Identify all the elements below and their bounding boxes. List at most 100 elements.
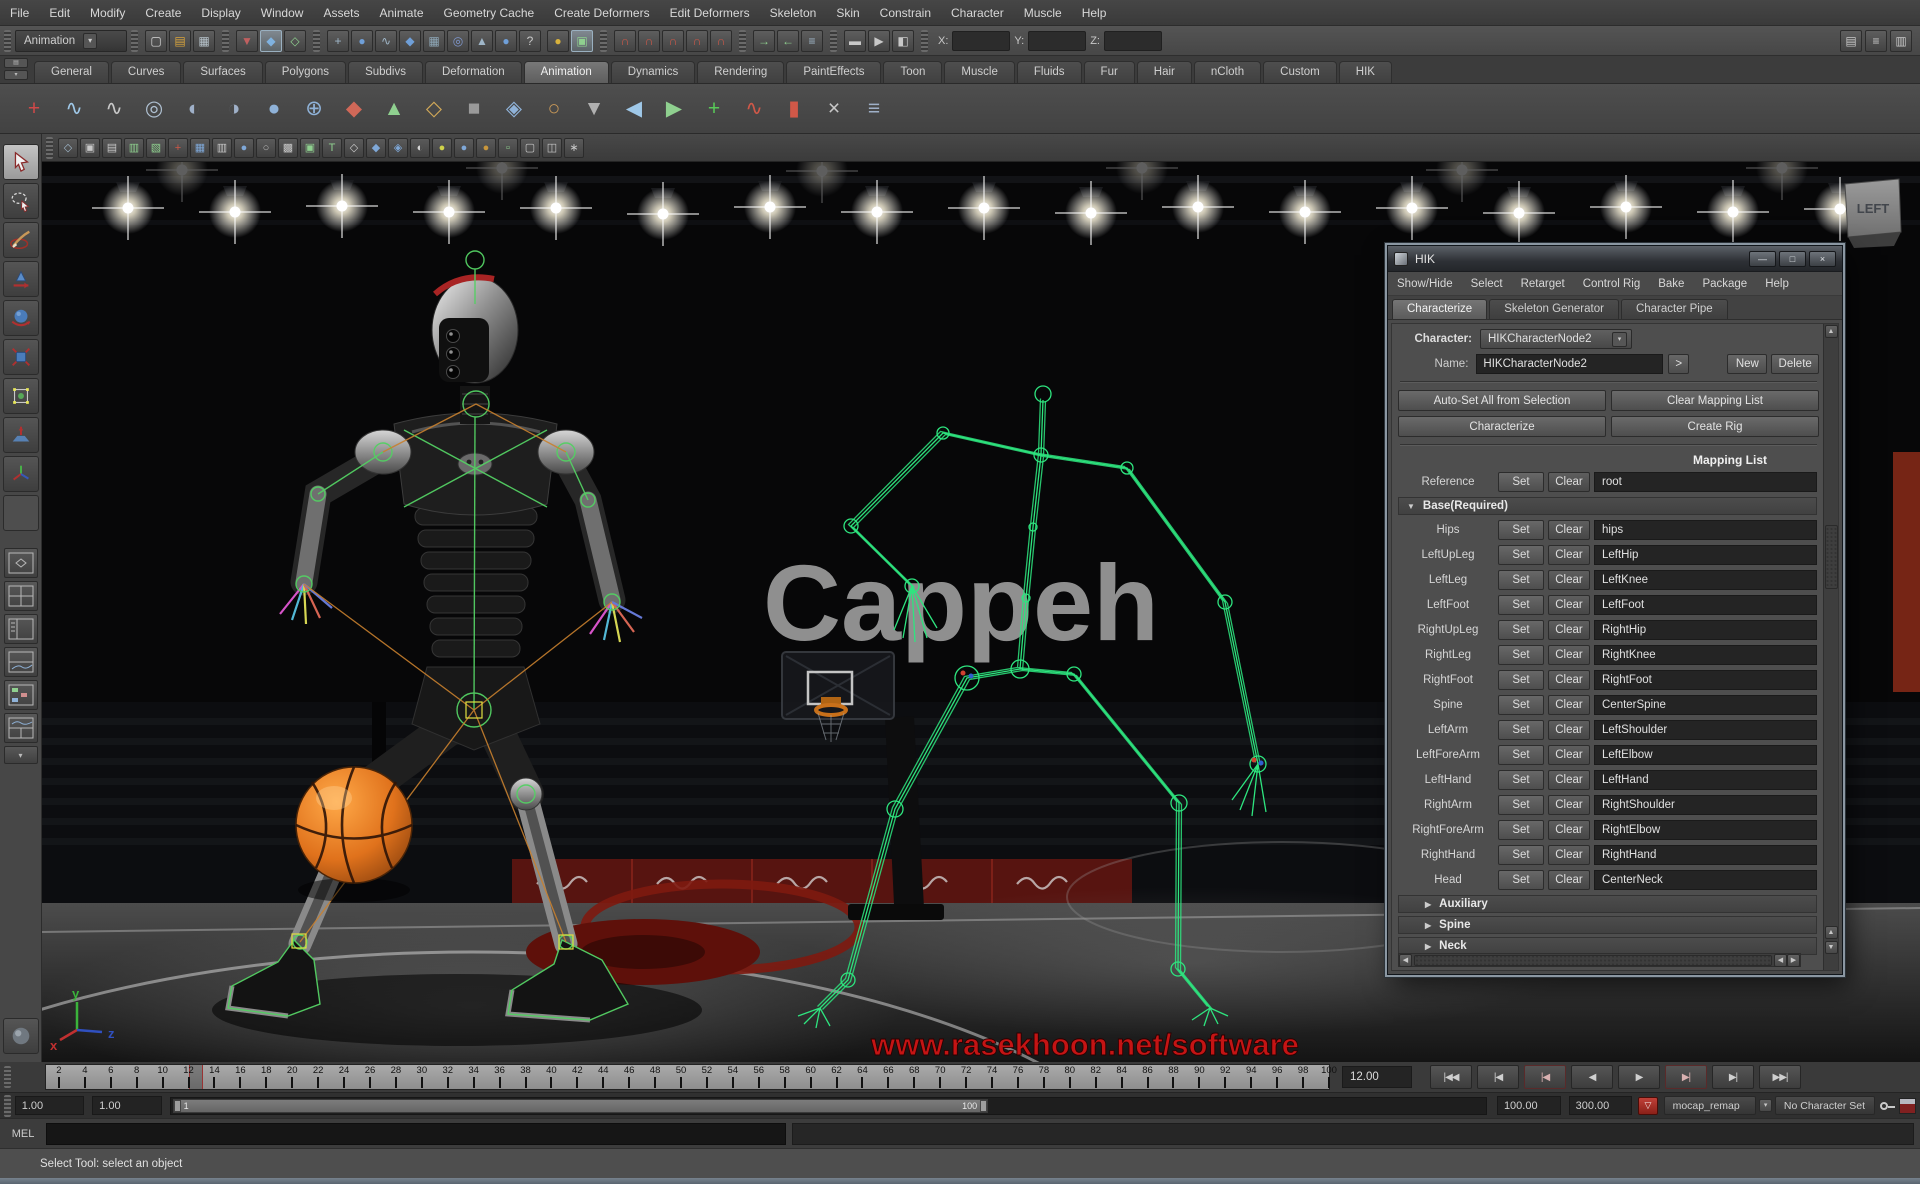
- mapping-value-field[interactable]: RightKnee: [1594, 645, 1817, 665]
- shelf-constraint-icon[interactable]: ▲: [374, 89, 414, 129]
- mapping-value-field[interactable]: RightShoulder: [1594, 795, 1817, 815]
- open-scene-icon[interactable]: ▤: [169, 30, 191, 52]
- toolbar-grip[interactable]: [739, 30, 746, 52]
- render-current-frame-icon[interactable]: ▬: [844, 30, 866, 52]
- range-slider-grip[interactable]: [4, 1095, 11, 1117]
- shelf-dropdown-button[interactable]: ▾: [4, 70, 28, 80]
- clear-button[interactable]: Clear: [1548, 720, 1590, 740]
- playback-end-field[interactable]: 100.00: [1497, 1096, 1561, 1115]
- mapping-value-field[interactable]: LeftHip: [1594, 545, 1817, 565]
- shelf-tab[interactable]: Fur: [1084, 61, 1135, 83]
- layout-hypergraph-button[interactable]: [4, 680, 38, 710]
- toolbar-grip[interactable]: [600, 30, 607, 52]
- layout-outliner-persp-button[interactable]: [4, 614, 38, 644]
- shelf-tab[interactable]: Surfaces: [183, 61, 262, 83]
- shelf-spline-ik-icon[interactable]: ∿: [94, 89, 134, 129]
- playback-start-field[interactable]: 1.00: [92, 1096, 161, 1115]
- select-curves-mask-icon[interactable]: ∿: [375, 30, 397, 52]
- toolbar-grip[interactable]: [921, 30, 928, 52]
- layout-single-pane-button[interactable]: [4, 548, 38, 578]
- set-button[interactable]: Set: [1498, 595, 1544, 615]
- mapping-value-field[interactable]: LeftFoot: [1594, 595, 1817, 615]
- z-input[interactable]: [1104, 31, 1162, 51]
- auto-set-button[interactable]: Auto-Set All from Selection: [1398, 390, 1606, 411]
- horizontal-scrollbar[interactable]: ◀ ◀ ▶: [1398, 953, 1801, 967]
- menu-item[interactable]: Edit: [39, 0, 80, 26]
- menu-item[interactable]: Character: [941, 0, 1014, 26]
- play-backwards-button[interactable]: ◀: [1571, 1065, 1613, 1089]
- go-to-end-button[interactable]: ▶▶|: [1759, 1065, 1801, 1089]
- wireframe-icon[interactable]: ◇: [344, 138, 364, 158]
- shelf-tab[interactable]: Fluids: [1017, 61, 1082, 83]
- bookmark-icon[interactable]: ▥: [124, 138, 144, 158]
- shelf-tab[interactable]: General: [34, 61, 109, 83]
- menu-item[interactable]: Create: [135, 0, 191, 26]
- field-chart-icon[interactable]: ▩: [278, 138, 298, 158]
- shelf-parent-icon[interactable]: ◇: [414, 89, 454, 129]
- mapping-value-field[interactable]: CenterNeck: [1594, 870, 1817, 890]
- set-button[interactable]: Set: [1498, 820, 1544, 840]
- snap-curve-icon[interactable]: ∩: [638, 30, 660, 52]
- shelf-tab[interactable]: Muscle: [944, 61, 1014, 83]
- mapping-value-field[interactable]: RightElbow: [1594, 820, 1817, 840]
- set-button[interactable]: Set: [1498, 645, 1544, 665]
- menu-item[interactable]: Edit Deformers: [660, 0, 760, 26]
- time-ruler[interactable]: 2468101214161820222426283032343638404244…: [45, 1064, 1330, 1090]
- menu-item[interactable]: Modify: [80, 0, 135, 26]
- set-button[interactable]: Set: [1498, 695, 1544, 715]
- shelf-character-icon[interactable]: ◐: [174, 89, 214, 129]
- select-hierarchy-icon[interactable]: ▼: [236, 30, 258, 52]
- character-dropdown[interactable]: HIKCharacterNode2 ▾: [1480, 329, 1632, 349]
- view-compass-icon[interactable]: ◇: [58, 138, 78, 158]
- character-set-menu[interactable]: No Character Set: [1775, 1096, 1875, 1115]
- shelf-tab[interactable]: nCloth: [1194, 61, 1261, 83]
- scroll-left-button[interactable]: ◀: [1399, 954, 1412, 967]
- hik-tab[interactable]: Characterize: [1392, 299, 1487, 319]
- shelf-joint-chain-icon[interactable]: ⊕: [294, 89, 334, 129]
- menu-item[interactable]: Animate: [369, 0, 433, 26]
- select-rendering-mask-icon[interactable]: ●: [495, 30, 517, 52]
- maximize-button[interactable]: □: [1779, 251, 1806, 267]
- shelf-axis-icon[interactable]: +: [694, 89, 734, 129]
- set-button[interactable]: Set: [1498, 770, 1544, 790]
- new-character-button[interactable]: New: [1727, 354, 1767, 374]
- image-plane-icon[interactable]: ▧: [146, 138, 166, 158]
- shelf-ik-fk-icon[interactable]: ◀: [614, 89, 654, 129]
- render-settings-icon[interactable]: ◧: [892, 30, 914, 52]
- textured-icon[interactable]: ◈: [388, 138, 408, 158]
- play-forward-button[interactable]: ▶: [1618, 1065, 1660, 1089]
- scale-tool-button[interactable]: [3, 339, 39, 375]
- set-button[interactable]: Set: [1498, 720, 1544, 740]
- set-button[interactable]: Set: [1498, 870, 1544, 890]
- clear-button[interactable]: Clear: [1548, 570, 1590, 590]
- menu-item[interactable]: Help: [1072, 0, 1117, 26]
- shelf-locator-icon[interactable]: ×: [814, 89, 854, 129]
- animation-start-field[interactable]: 1.00: [15, 1096, 84, 1115]
- gold-material-icon[interactable]: ●: [476, 138, 496, 158]
- mapping-value-field[interactable]: LeftShoulder: [1594, 720, 1817, 740]
- shelf-anim-snapshot-icon[interactable]: ≡: [854, 89, 894, 129]
- menu-item[interactable]: Display: [191, 0, 250, 26]
- scroll-up-button-2[interactable]: ▲: [1825, 926, 1838, 939]
- clear-mapping-list-button[interactable]: Clear Mapping List: [1611, 390, 1819, 411]
- clear-button[interactable]: Clear: [1548, 620, 1590, 640]
- shelf-skeleton-icon[interactable]: ◎: [134, 89, 174, 129]
- menu-set-selector[interactable]: Animation ▾: [15, 30, 127, 52]
- scroll-down-button[interactable]: ▼: [1825, 941, 1838, 954]
- output-connections-icon[interactable]: ←: [777, 30, 799, 52]
- show-manipulator-button[interactable]: [3, 456, 39, 492]
- menu-item[interactable]: Window: [251, 0, 314, 26]
- mapping-value-field[interactable]: RightHip: [1594, 620, 1817, 640]
- shelf-remove-icon[interactable]: ■: [454, 89, 494, 129]
- scroll-left-button-2[interactable]: ◀: [1774, 954, 1787, 967]
- select-surfaces-mask-icon[interactable]: ◆: [399, 30, 421, 52]
- clear-button[interactable]: Clear: [1548, 472, 1590, 492]
- name-input[interactable]: HIKCharacterNode2: [1476, 354, 1663, 374]
- rotate-tool-button[interactable]: [3, 300, 39, 336]
- mapping-value-field[interactable]: RightHand: [1594, 845, 1817, 865]
- command-line-input[interactable]: [46, 1123, 786, 1145]
- select-deformations-mask-icon[interactable]: ▦: [423, 30, 445, 52]
- smooth-shade-icon[interactable]: ◆: [366, 138, 386, 158]
- select-misc-mask-icon[interactable]: ?: [519, 30, 541, 52]
- snapshot-icon[interactable]: ∗: [564, 138, 584, 158]
